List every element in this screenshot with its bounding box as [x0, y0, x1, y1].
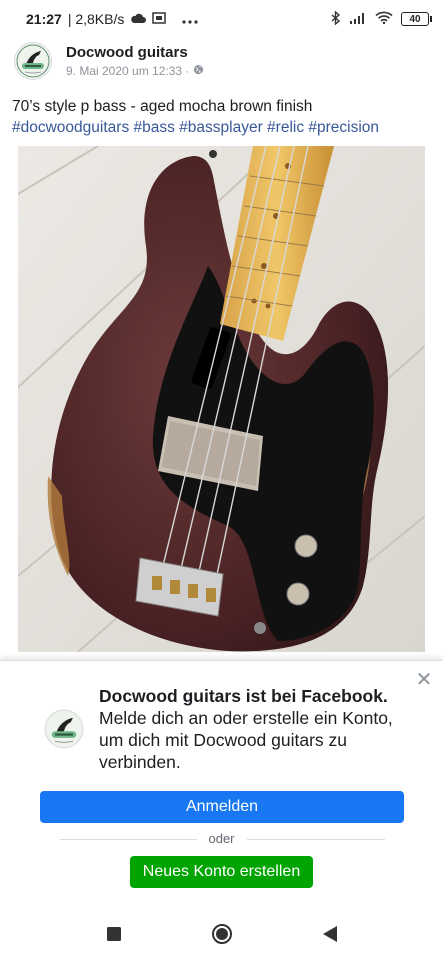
home-circle-icon[interactable]: [208, 920, 236, 948]
page-avatar[interactable]: [14, 42, 52, 80]
post-date[interactable]: 9. Mai 2020 um 12:33 ·: [66, 64, 189, 78]
bass-guitar-photo: [18, 146, 425, 652]
bluetooth-icon: [331, 9, 341, 28]
post-header: Docwood guitars 9. Mai 2020 um 12:33 ·: [14, 40, 204, 82]
prompt-title: Docwood guitars ist bei Facebook.: [99, 686, 388, 706]
prompt-avatar: [44, 709, 84, 749]
close-icon[interactable]: ✕: [415, 670, 433, 690]
screen-icon: [152, 11, 167, 27]
cloud-icon: [130, 11, 147, 27]
signal-icon: [349, 11, 367, 27]
create-account-button[interactable]: Neues Konto erstellen: [130, 856, 313, 888]
prompt-message: Melde dich an oder erstelle ein Konto, u…: [99, 708, 393, 772]
status-bar: 21:27 | 2,8KB/s 40: [0, 0, 443, 38]
status-time: 21:27: [26, 11, 62, 27]
wifi-icon: [375, 11, 393, 27]
battery-level: 40: [409, 13, 421, 25]
post-text: 70’s style p bass - aged mocha brown fin…: [12, 96, 432, 138]
post-photo[interactable]: [18, 146, 425, 652]
back-triangle-icon[interactable]: [316, 920, 344, 948]
login-button[interactable]: Anmelden: [40, 791, 404, 823]
network-speed: | 2,8KB/s: [67, 11, 125, 27]
recents-square-icon[interactable]: [100, 920, 128, 948]
docwood-logo-icon: [44, 709, 84, 749]
docwood-logo-icon: [16, 44, 50, 78]
system-nav-bar: [0, 908, 443, 960]
post-hashtags[interactable]: #docwoodguitars #bass #bassplayer #relic…: [12, 119, 379, 136]
battery-icon: 40: [401, 12, 432, 26]
globe-icon: [193, 64, 204, 78]
post-caption: 70’s style p bass - aged mocha brown fin…: [12, 98, 313, 115]
or-separator: oder: [196, 831, 247, 846]
more-dots-icon: [182, 11, 198, 27]
page-name[interactable]: Docwood guitars: [66, 44, 204, 61]
login-prompt: ✕ Docwood guitars ist bei Facebook. Meld…: [0, 660, 443, 908]
